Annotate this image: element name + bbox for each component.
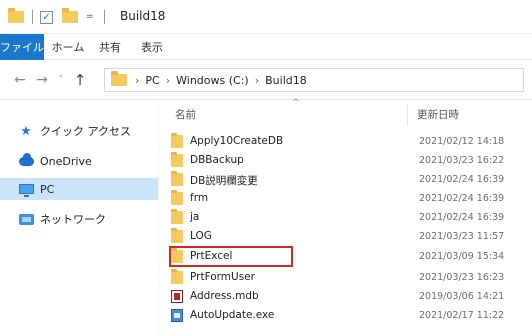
quick-access-dropdown-button[interactable]: = [86,9,94,25]
file-row-apply10createdb[interactable]: Apply10CreateDB 2021/02/12 14:18 [159,133,532,150]
breadcrumb-windows-c[interactable]: Windows (C:) [176,74,249,87]
title-separator-2 [104,10,105,24]
column-header-name[interactable]: 名前 [175,100,405,128]
file-row-frm[interactable]: frm 2021/02/24 16:39 [159,190,532,207]
folder-icon [171,209,183,224]
file-explorer-window: ✓ = Build18 ファイル ホーム 共有 表示 ← → ˅ ↑ › PC … [0,0,532,336]
access-database-icon [171,290,183,303]
tab-share[interactable]: 共有 [92,34,128,60]
arrow-up-icon: ↑ [73,71,87,89]
sidebar-item-label: PC [40,182,55,196]
highlight-box [169,246,293,267]
address-bar[interactable]: › PC › Windows (C:) › Build18 [104,68,524,92]
star-icon: ★ [20,123,32,139]
file-date: 2019/03/06 14:21 [419,291,505,302]
file-date: 2021/02/12 14:18 [419,136,505,147]
cloud-icon [18,152,34,168]
file-row-address-mdb[interactable]: Address.mdb 2019/03/06 14:21 [159,289,532,305]
column-header-name-label: 名前 [175,108,196,121]
sidebar-item-onedrive[interactable]: OneDrive [0,150,158,172]
file-date: 2021/02/24 16:39 [419,174,505,185]
sidebar-item-label: ネットワーク [40,213,106,226]
checkmark-icon: ✓ [40,10,53,24]
address-folder-icon [111,71,127,86]
back-button[interactable]: ← [12,72,28,88]
file-name: AutoUpdate.exe [190,309,275,321]
file-name: DBBackup [190,154,244,166]
sidebar-item-network[interactable]: ネットワーク [0,208,158,230]
file-name: PrtFormUser [190,271,255,283]
folder-icon [171,133,183,148]
file-date: 2021/02/17 11:22 [419,310,505,321]
ribbon-tabs: ファイル ホーム 共有 表示 [0,34,532,60]
file-name: Address.mdb [190,290,259,302]
sidebar-item-label: OneDrive [40,154,92,168]
file-row-db-description[interactable]: DB説明欄変更 2021/02/24 16:39 [159,171,532,188]
file-name: frm [190,192,209,204]
file-list: 名前 ^ 更新日時 Apply10CreateDB 2021/02/12 14:… [158,98,532,336]
sidebar-item-label: クイック アクセス [40,125,131,138]
application-icon [171,309,183,322]
dropdown-icon: = [86,12,94,22]
arrow-left-icon: ← [14,72,26,88]
folder-icon [171,269,183,284]
file-date: 2021/03/23 16:23 [419,272,505,283]
sidebar-item-pc[interactable]: PC [0,178,158,200]
up-button[interactable]: ↑ [72,71,88,89]
file-row-autoupdate-exe[interactable]: AutoUpdate.exe 2021/02/17 11:22 [159,308,532,324]
tab-view[interactable]: 表示 [134,34,170,60]
new-folder-icon [62,8,78,23]
file-name: ja [190,211,200,223]
sidebar-item-quick-access[interactable]: ★ クイック アクセス [0,120,158,142]
file-row-dbbackup[interactable]: DBBackup 2021/03/23 16:22 [159,152,532,169]
breadcrumb-chevron-icon: › [254,73,260,87]
file-date: 2021/03/23 16:22 [419,155,505,166]
folder-icon [171,171,183,186]
breadcrumb-pc[interactable]: PC [145,74,159,87]
tab-file[interactable]: ファイル [0,34,44,60]
file-date: 2021/02/24 16:39 [419,212,505,223]
file-name: Apply10CreateDB [190,135,284,147]
recent-locations-button[interactable]: ˅ [54,72,68,88]
file-date: 2021/03/23 11:57 [419,231,505,242]
breadcrumb-chevron-icon: › [165,73,171,87]
column-header-date[interactable]: 更新日時 [417,100,527,128]
window-folder-icon [8,8,24,25]
chevron-down-icon: ˅ [58,75,64,85]
title-separator [32,10,33,24]
breadcrumb-build18[interactable]: Build18 [265,74,307,87]
tab-home[interactable]: ホーム [48,34,88,60]
breadcrumb-chevron-icon: › [135,73,140,87]
quick-access-new-folder-button[interactable] [62,8,78,25]
navigation-bar: ← → ˅ ↑ › PC › Windows (C:) › Build18 [0,60,532,100]
arrow-right-icon: → [36,72,48,88]
folder-icon [171,228,183,243]
quick-access-properties-button[interactable]: ✓ [40,9,53,25]
column-divider[interactable] [407,104,408,126]
file-row-prtformuser[interactable]: PrtFormUser 2021/03/23 16:23 [159,269,532,286]
window-title: Build18 [120,9,166,23]
file-date: 2021/02/24 16:39 [419,193,505,204]
file-date: 2021/03/09 15:34 [419,251,505,262]
file-row-log[interactable]: LOG 2021/03/23 11:57 [159,228,532,245]
navigation-pane: ★ クイック アクセス OneDrive PC ネットワーク [0,100,158,336]
title-bar: ✓ = Build18 [0,0,532,34]
file-name: LOG [190,230,212,242]
forward-button[interactable]: → [34,72,50,88]
sort-ascending-icon: ^ [292,98,300,108]
folder-icon [171,152,183,167]
network-icon [18,212,34,226]
folder-icon [171,190,183,205]
file-row-ja[interactable]: ja 2021/02/24 16:39 [159,209,532,226]
file-name: DB説明欄変更 [190,175,258,187]
computer-icon [18,182,34,197]
column-header-date-label: 更新日時 [417,108,459,121]
